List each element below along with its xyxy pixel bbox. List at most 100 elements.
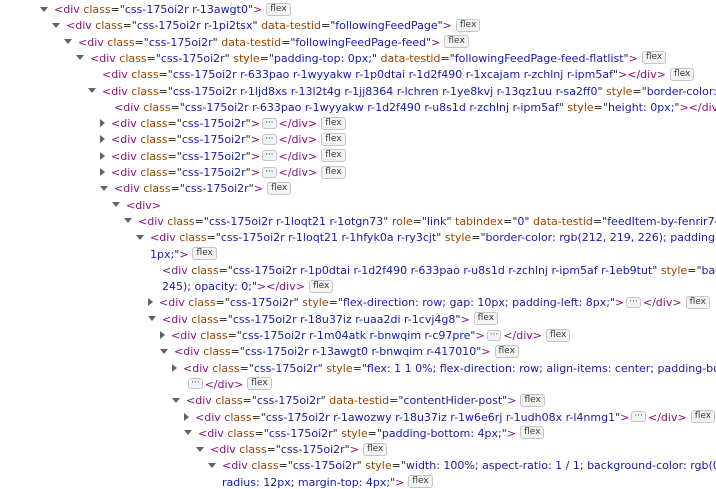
flex-badge[interactable]: flex xyxy=(266,2,291,16)
dom-node-row[interactable]: <div class="css-175oi2r"> flex xyxy=(0,442,716,458)
expand-arrow-down-icon[interactable] xyxy=(52,22,60,28)
dom-node-row[interactable]: <div class="css-175oi2r" style="width: 1… xyxy=(0,458,716,474)
dom-node-row[interactable]: <div class="css-175oi2r"> ··· </div> flex xyxy=(0,132,716,148)
dom-node-row[interactable]: <div class="css-175oi2r r-1ljd8xs r-13l2… xyxy=(0,84,716,100)
attribute-name: data-testid xyxy=(221,35,282,49)
attribute-name: data-testid xyxy=(261,19,321,33)
expand-arrow-right-icon[interactable] xyxy=(148,298,153,307)
flex-badge[interactable]: flex xyxy=(520,393,545,407)
flex-badge[interactable]: flex xyxy=(455,18,481,32)
expand-arrow-down-icon[interactable] xyxy=(148,316,156,322)
expand-arrow-right-icon[interactable] xyxy=(160,331,165,339)
expand-arrow-down-icon[interactable] xyxy=(208,462,216,468)
expand-arrow-down-icon[interactable] xyxy=(196,446,204,452)
flex-badge[interactable]: flex xyxy=(444,35,469,49)
expand-arrow-down-icon[interactable] xyxy=(160,348,168,354)
dom-node-row[interactable]: <div class="css-175oi2r"> ··· </div> flex xyxy=(0,149,716,165)
dom-node-row[interactable]: <div class="css-175oi2r" style="flex: 1 … xyxy=(0,361,716,377)
expand-arrow-right-icon[interactable] xyxy=(100,135,105,144)
attribute-value: css-175oi2r r-1loqt21 r-1otgn73 xyxy=(208,214,384,228)
expand-arrow-right-icon[interactable] xyxy=(100,119,105,128)
dom-node-row[interactable]: ··· </div> flex xyxy=(0,377,716,393)
flex-badge[interactable]: flex xyxy=(546,328,571,342)
tag-token: </div> xyxy=(647,410,687,424)
attribute-name: class xyxy=(179,231,207,245)
dom-node-row[interactable]: radius: 12px; margin-top: 4px;"> flex xyxy=(0,475,716,489)
dom-node-row[interactable]: <div class="css-175oi2r r-633pao r-1wyya… xyxy=(0,67,716,83)
expand-arrow-right-icon[interactable] xyxy=(100,168,105,176)
tag-token: <div xyxy=(114,182,144,196)
dom-node-row[interactable]: <div class="css-175oi2r r-18u37iz r-uaa2… xyxy=(0,312,716,328)
flex-badge[interactable]: flex xyxy=(669,67,695,81)
attribute-value: 1px; xyxy=(150,247,175,261)
flex-badge[interactable]: flex xyxy=(308,279,334,293)
flex-badge[interactable]: flex xyxy=(685,295,710,309)
flex-badge[interactable]: flex xyxy=(520,426,545,440)
dom-node-row[interactable]: <div class="css-175oi2r r-1pi2tsx" data-… xyxy=(0,18,716,34)
expand-arrow-right-icon[interactable] xyxy=(184,412,189,421)
dom-node-row[interactable]: <div class="css-175oi2r"> ··· </div> flex xyxy=(0,165,716,181)
dom-node-row[interactable]: <div class="css-175oi2r"> ··· </div> flex xyxy=(0,116,716,132)
dom-node-row[interactable]: <div> xyxy=(0,198,716,214)
flex-badge[interactable]: flex xyxy=(247,377,272,391)
expand-arrow-down-icon[interactable] xyxy=(172,397,180,403)
flex-badge[interactable]: flex xyxy=(362,442,388,456)
collapsed-children-ellipsis[interactable]: ··· xyxy=(261,150,277,162)
collapsed-children-ellipsis[interactable]: ··· xyxy=(626,296,641,308)
flex-badge[interactable]: flex xyxy=(641,51,667,65)
dom-node-row[interactable]: <div class="css-175oi2r r-1loqt21 r-1hfy… xyxy=(0,230,716,246)
flex-badge[interactable]: flex xyxy=(494,344,519,358)
expand-arrow-down-icon[interactable] xyxy=(88,88,96,93)
expand-arrow-down-icon[interactable] xyxy=(64,39,72,45)
dom-node-row[interactable]: <div class="css-175oi2r" style="padding-… xyxy=(0,426,716,442)
flex-badge[interactable]: flex xyxy=(690,410,716,423)
dom-node-row[interactable]: <div class="css-175oi2r" style="flex-dir… xyxy=(0,295,716,311)
collapsed-children-ellipsis[interactable]: ··· xyxy=(188,378,203,390)
expand-arrow-down-icon[interactable] xyxy=(112,202,120,208)
expand-arrow-right-icon[interactable] xyxy=(100,151,105,160)
attribute-name: class xyxy=(224,410,252,424)
attribute-value: css-175oi2r r-1loqt21 r-1hfyk0a r-ry3cjt xyxy=(220,231,437,245)
expand-arrow-down-icon[interactable] xyxy=(136,234,144,240)
tag-token: > xyxy=(628,51,638,65)
flex-badge[interactable]: flex xyxy=(321,149,346,163)
expand-arrow-down-icon[interactable] xyxy=(40,6,48,12)
attribute-value: flex: 1 1 0%; flex-direction: row; align… xyxy=(366,361,716,375)
dom-node-row[interactable]: <div class="css-175oi2r" style="padding-… xyxy=(0,51,716,67)
dom-node-row[interactable]: 1px;"> flex xyxy=(0,247,716,263)
dom-node-row[interactable]: 245); opacity: 0;"></div> flex xyxy=(0,279,716,295)
collapsed-children-ellipsis[interactable]: ··· xyxy=(631,411,646,422)
flex-badge[interactable]: flex xyxy=(321,132,346,146)
attribute-value: css-175oi2r r-13awgt0 r-bnwqim r-417010 xyxy=(244,345,477,359)
expand-arrow-down-icon[interactable] xyxy=(124,218,132,224)
attribute-value: css-175oi2r xyxy=(181,117,246,131)
flex-badge[interactable]: flex xyxy=(321,116,346,130)
flex-badge[interactable]: flex xyxy=(266,181,292,195)
dom-node-row[interactable]: <div class="css-175oi2r r-1m04atk r-bnwq… xyxy=(0,328,716,344)
collapsed-children-ellipsis[interactable]: ··· xyxy=(486,329,502,341)
flex-badge[interactable]: flex xyxy=(321,165,346,179)
expand-arrow-down-icon[interactable] xyxy=(184,430,192,436)
dom-node-row[interactable]: <div class="css-175oi2r r-13awgt0"> flex xyxy=(0,2,716,18)
dom-node-row[interactable]: <div class="css-175oi2r r-633pao r-1wyya… xyxy=(0,100,716,116)
flex-badge[interactable]: flex xyxy=(408,475,433,489)
attribute-value: css-175oi2r xyxy=(268,426,333,440)
dom-node-row[interactable]: <div class="css-175oi2r r-13awgt0 r-bnwq… xyxy=(0,344,716,360)
dom-node-row[interactable]: <div class="css-175oi2r" data-testid="co… xyxy=(0,393,716,409)
expand-arrow-down-icon[interactable] xyxy=(76,55,84,61)
collapsed-children-ellipsis[interactable]: ··· xyxy=(261,133,277,145)
flex-badge[interactable]: flex xyxy=(473,312,499,326)
collapsed-children-ellipsis[interactable]: ··· xyxy=(261,166,277,178)
dom-node-row[interactable]: <div class="css-175oi2r r-1loqt21 r-1otg… xyxy=(0,214,716,230)
attribute-name: class xyxy=(239,443,267,457)
tag-token: > xyxy=(481,345,491,359)
dom-node-row[interactable]: <div class="css-175oi2r r-1awozwy r-18u3… xyxy=(0,410,716,426)
dom-node-row[interactable]: <div class="css-175oi2r r-1p0dtai r-1d2f… xyxy=(0,263,716,279)
attribute-name: class xyxy=(212,361,240,375)
expand-arrow-right-icon[interactable] xyxy=(172,363,177,372)
flex-badge[interactable]: flex xyxy=(192,247,217,260)
dom-node-row[interactable]: <div class="css-175oi2r"> flex xyxy=(0,181,716,197)
dom-node-row[interactable]: <div class="css-175oi2r" data-testid="fo… xyxy=(0,35,716,51)
collapsed-children-ellipsis[interactable]: ··· xyxy=(261,117,277,129)
expand-arrow-down-icon[interactable] xyxy=(100,185,108,191)
